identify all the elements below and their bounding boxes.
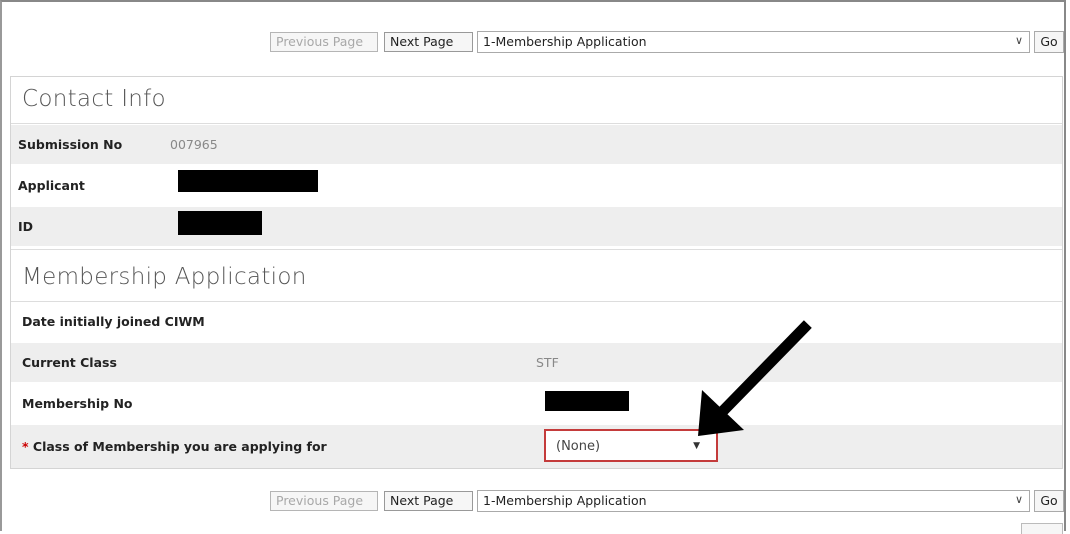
id-label: ID	[18, 219, 34, 234]
class-applying-label: * Class of Membership you are applying f…	[22, 439, 327, 454]
page-select-value: 1-Membership Application	[483, 34, 647, 49]
membership-no-label: Membership No	[22, 396, 133, 411]
page-select[interactable]: 1-Membership Application ∨	[477, 490, 1030, 512]
required-mark: *	[22, 439, 29, 454]
chevron-down-icon: ∨	[1014, 34, 1023, 47]
next-page-button[interactable]: Next Page	[384, 32, 473, 52]
class-applying-row: * Class of Membership you are applying f…	[11, 425, 1062, 468]
section-divider	[11, 123, 1062, 124]
date-joined-row: Date initially joined CIWM	[11, 302, 1062, 341]
chevron-down-icon: ∨	[1014, 493, 1023, 506]
previous-page-button[interactable]: Previous Page	[270, 491, 378, 511]
submission-no-value: 007965	[170, 137, 218, 152]
current-class-label: Current Class	[22, 355, 117, 370]
go-button[interactable]: Go	[1034, 31, 1064, 53]
applicant-row: Applicant	[11, 166, 1062, 205]
page-select-value: 1-Membership Application	[483, 493, 647, 508]
applicant-label: Applicant	[18, 178, 85, 193]
current-class-row: Current Class STF	[11, 343, 1062, 382]
membership-no-row: Membership No	[11, 384, 1062, 423]
submission-no-label: Submission No	[18, 137, 123, 152]
redacted-membership-no	[545, 391, 629, 411]
next-page-button[interactable]: Next Page	[384, 491, 473, 511]
redacted-id	[178, 211, 262, 235]
class-applying-label-text: Class of Membership you are applying for	[32, 439, 327, 454]
contact-info-title: Contact Info	[22, 86, 166, 112]
class-select-value: (None)	[556, 439, 601, 454]
previous-page-button[interactable]: Previous Page	[270, 32, 378, 52]
annotation-arrow-icon	[698, 320, 812, 436]
date-joined-label: Date initially joined CIWM	[22, 314, 205, 329]
bottom-navigation: Previous Page Next Page 1-Membership App…	[270, 489, 1065, 513]
membership-application-title: Membership Application	[22, 264, 307, 290]
section-divider	[11, 249, 1062, 250]
redacted-applicant	[178, 170, 318, 192]
go-button[interactable]: Go	[1034, 490, 1064, 512]
submission-no-row: Submission No 007965	[11, 125, 1062, 164]
partial-button	[1021, 523, 1063, 534]
top-navigation: Previous Page Next Page 1-Membership App…	[270, 30, 1065, 54]
page-select[interactable]: 1-Membership Application ∨	[477, 31, 1030, 53]
id-row: ID	[11, 207, 1062, 246]
current-class-value: STF	[536, 355, 559, 370]
